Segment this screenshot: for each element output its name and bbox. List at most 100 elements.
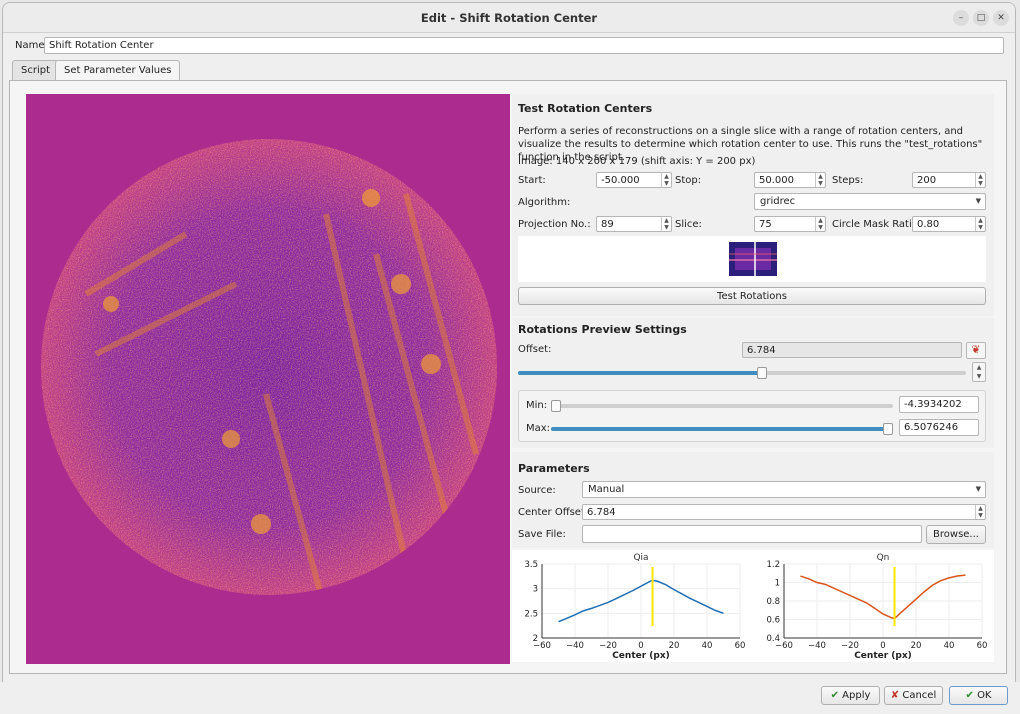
spin-arrows-icon[interactable]: ▲ ▼ bbox=[815, 217, 825, 231]
maximize-icon[interactable]: □ bbox=[973, 10, 989, 26]
minimize-icon[interactable]: – bbox=[953, 10, 969, 26]
charts-area: 2 2.5 3 3.5 −60 −40 −20 0 20 40 60 Qia Center (px) 0.… bbox=[512, 550, 994, 662]
mask-spinbox[interactable]: 0.80 ▲ ▼ bbox=[912, 216, 986, 232]
x-tick-label: 40 bbox=[944, 641, 955, 651]
center-offset-value: 6.784 bbox=[587, 507, 616, 518]
x-tick-label: −60 bbox=[533, 641, 551, 651]
spin-arrows-icon[interactable]: ▲ ▼ bbox=[975, 505, 985, 519]
algorithm-value: gridrec bbox=[760, 196, 796, 207]
projection-spinbox[interactable]: 89 ▲ ▼ bbox=[596, 216, 672, 232]
image-info: Image: 140 x 200 x 179 (shift axis: Y = … bbox=[518, 156, 756, 167]
chart-title: Qia bbox=[633, 553, 648, 563]
start-value: -50.000 bbox=[601, 175, 640, 186]
test-rotation-title: Test Rotation Centers bbox=[518, 102, 653, 115]
reconstruction-image[interactable] bbox=[26, 94, 510, 664]
name-field[interactable]: Shift Rotation Center bbox=[44, 37, 1004, 54]
offset-slider-handle[interactable] bbox=[757, 367, 768, 379]
spin-arrows-icon[interactable]: ▲ ▼ bbox=[661, 217, 671, 231]
test-rotations-button[interactable]: Test Rotations bbox=[518, 287, 986, 305]
tab-set-parameter-values[interactable]: Set Parameter Values bbox=[55, 60, 181, 81]
stop-value: 50.000 bbox=[759, 175, 794, 186]
apply-label: Apply bbox=[842, 690, 871, 701]
check-icon: ✔ bbox=[830, 690, 839, 701]
start-spinbox[interactable]: -50.000 ▲ ▼ bbox=[596, 172, 672, 188]
footer: ✔ Apply ✘ Cancel ✔ OK bbox=[0, 682, 1020, 714]
offset-slider-fill bbox=[518, 371, 763, 375]
refresh-icon[interactable]: ❦ bbox=[966, 342, 986, 359]
x-tick-label: 20 bbox=[669, 641, 680, 651]
start-label: Start: bbox=[518, 175, 546, 186]
spin-arrows-icon[interactable]: ▲ ▼ bbox=[975, 173, 985, 187]
x-tick-label: −60 bbox=[775, 641, 793, 651]
x-tick-label: 0 bbox=[880, 641, 885, 651]
y-tick-label: 3 bbox=[533, 585, 538, 595]
offset-step-arrows-icon[interactable]: ▲ ▼ bbox=[972, 362, 986, 382]
cancel-button[interactable]: ✘ Cancel bbox=[884, 686, 943, 705]
stop-label: Stop: bbox=[675, 175, 702, 186]
title-bar: Edit - Shift Rotation Center – □ ✕ bbox=[3, 3, 1015, 33]
stop-spinbox[interactable]: 50.000 ▲ ▼ bbox=[754, 172, 826, 188]
max-field[interactable]: 6.5076246 bbox=[899, 419, 979, 436]
x-tick-label: −20 bbox=[841, 641, 859, 651]
offset-field: 6.784 bbox=[742, 342, 962, 358]
x-tick-label: −20 bbox=[599, 641, 617, 651]
spin-arrows-icon[interactable]: ▲ ▼ bbox=[661, 173, 671, 187]
x-axis-label: Center (px) bbox=[854, 651, 912, 661]
y-tick-label: 0.8 bbox=[766, 597, 780, 607]
mask-value: 0.80 bbox=[917, 219, 940, 230]
test-rotation-section: Test Rotation Centers Perform a series o… bbox=[512, 94, 994, 316]
x-tick-label: 0 bbox=[638, 641, 643, 651]
cancel-label: Cancel bbox=[902, 690, 937, 701]
chevron-down-icon: ▼ bbox=[975, 197, 981, 205]
tab-script[interactable]: Script bbox=[12, 60, 60, 80]
min-slider-handle[interactable] bbox=[551, 400, 561, 412]
steps-spinbox[interactable]: 200 ▲ ▼ bbox=[912, 172, 986, 188]
ok-label: OK bbox=[977, 690, 992, 701]
name-label: Name bbox=[15, 40, 45, 51]
apply-button[interactable]: ✔ Apply bbox=[821, 686, 880, 705]
x-tick-label: −40 bbox=[566, 641, 584, 651]
y-tick-label: 2.5 bbox=[524, 609, 538, 619]
mask-label: Circle Mask Ratio: bbox=[832, 219, 922, 230]
ok-icon: ✔ bbox=[965, 690, 974, 701]
steps-value: 200 bbox=[917, 175, 937, 186]
center-offset-spinbox[interactable]: 6.784 ▲ ▼ bbox=[582, 504, 986, 520]
projection-value: 89 bbox=[601, 219, 614, 230]
algorithm-select[interactable]: gridrec ▼ bbox=[754, 193, 986, 210]
max-slider[interactable] bbox=[551, 423, 893, 435]
chevron-down-icon: ▼ bbox=[975, 485, 981, 493]
window-title: Edit - Shift Rotation Center bbox=[420, 11, 598, 25]
min-field[interactable]: -4.3934202 bbox=[899, 396, 979, 413]
y-tick-label: 0.6 bbox=[766, 616, 780, 626]
max-slider-fill bbox=[551, 427, 893, 431]
source-label: Source: bbox=[518, 485, 556, 496]
slice-spinbox[interactable]: 75 ▲ ▼ bbox=[754, 216, 826, 232]
source-select[interactable]: Manual ▼ bbox=[582, 481, 986, 498]
ok-button[interactable]: ✔ OK bbox=[949, 686, 1008, 705]
rotation-thumbnail-area bbox=[518, 236, 986, 282]
min-slider[interactable] bbox=[551, 400, 893, 412]
algorithm-label: Algorithm: bbox=[518, 197, 571, 208]
x-tick-label: 40 bbox=[702, 641, 713, 651]
quality-charts-svg[interactable]: 22.533.5−60 −40 −20 0 20 40 60QiaCenter (px)0.… bbox=[512, 550, 994, 662]
projection-label: Projection No.: bbox=[518, 219, 591, 230]
offset-slider[interactable] bbox=[518, 367, 966, 379]
y-tick-label: 1.2 bbox=[766, 560, 780, 570]
x-tick-label: 20 bbox=[911, 641, 922, 651]
min-label: Min: bbox=[526, 400, 548, 411]
slice-label: Slice: bbox=[675, 219, 702, 230]
range-box: Min: -4.3934202 Max: 6.5076246 bbox=[518, 390, 986, 442]
x-axis-label: Center (px) bbox=[612, 651, 670, 661]
max-label: Max: bbox=[526, 423, 551, 434]
spin-arrows-icon[interactable]: ▲ ▼ bbox=[815, 173, 825, 187]
cancel-icon: ✘ bbox=[890, 690, 900, 701]
spin-arrows-icon[interactable]: ▲ ▼ bbox=[975, 217, 985, 231]
max-slider-handle[interactable] bbox=[883, 423, 893, 435]
rotation-thumbnail[interactable] bbox=[729, 242, 777, 276]
preview-title: Rotations Preview Settings bbox=[518, 323, 687, 336]
close-icon[interactable]: ✕ bbox=[993, 10, 1009, 26]
browse-button[interactable]: Browse... bbox=[926, 525, 986, 544]
center-offset-label: Center Offset: bbox=[518, 507, 589, 518]
save-file-field[interactable] bbox=[582, 525, 922, 543]
chart-title: Qn bbox=[877, 553, 890, 563]
